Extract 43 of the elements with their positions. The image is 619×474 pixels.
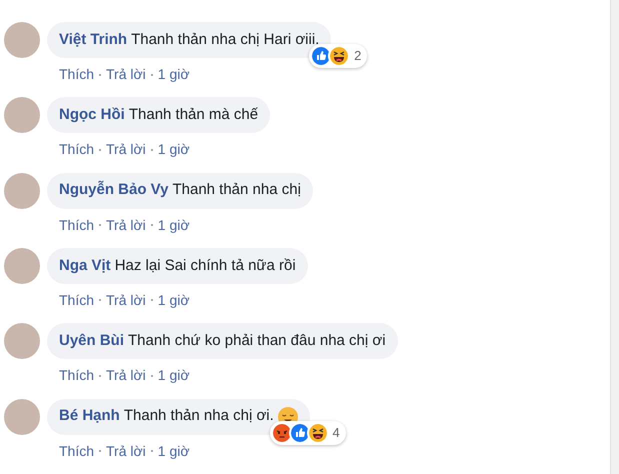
reaction-count: 2 xyxy=(354,47,362,66)
avatar[interactable] xyxy=(4,172,40,209)
comment-action-link[interactable]: Trả lời xyxy=(106,290,146,311)
comment-action-link[interactable]: Trả lời xyxy=(106,365,146,386)
reaction-count: 4 xyxy=(332,424,340,442)
comment-action-link[interactable]: Trả lời xyxy=(106,139,146,160)
avatar[interactable] xyxy=(4,248,40,284)
scrollbar-track[interactable] xyxy=(610,0,619,474)
laughing-face-icon xyxy=(328,45,350,67)
author-name[interactable]: Nguyễn Bảo Vy xyxy=(59,179,168,202)
comment-time[interactable]: 1 giờ xyxy=(158,365,190,386)
comment-action-link[interactable]: Thích xyxy=(59,365,94,386)
comment-action-link[interactable]: Thích xyxy=(59,64,94,85)
avatar[interactable] xyxy=(4,398,40,435)
avatar[interactable] xyxy=(4,323,40,360)
comment-action-link[interactable]: Thích xyxy=(59,139,94,160)
thumbs-up-icon xyxy=(288,422,311,444)
comment-time[interactable]: 1 giờ xyxy=(158,214,190,236)
author-name[interactable]: Nga Vịt xyxy=(59,254,111,278)
avatar[interactable] xyxy=(4,97,40,134)
comment-time[interactable]: 1 giờ xyxy=(158,64,190,85)
laughing-face-icon xyxy=(306,422,329,444)
avatar[interactable] xyxy=(4,22,40,58)
comment-time[interactable]: 1 giờ xyxy=(158,139,190,160)
comment-time[interactable]: 1 giờ xyxy=(158,440,190,462)
reaction-summary[interactable]: 2 xyxy=(309,44,368,68)
author-name[interactable]: Bé Hạnh xyxy=(59,405,120,428)
comment-action-link[interactable]: Trả lời xyxy=(106,440,146,462)
comment-action-link[interactable]: Thích xyxy=(59,290,94,311)
comment-time[interactable]: 1 giờ xyxy=(158,290,190,311)
comment-text: Thanh chứ ko phải than đâu nha chị ơi xyxy=(128,331,386,352)
comment-text: Thanh thản nha chị xyxy=(172,180,301,200)
comment-action-link[interactable]: Trả lời xyxy=(106,214,146,236)
angry-face-icon xyxy=(270,422,293,444)
comment-action-link[interactable]: Thích xyxy=(59,440,94,462)
comment-action-link[interactable]: Thích xyxy=(59,214,94,236)
author-name[interactable]: Việt Trinh xyxy=(59,28,128,52)
comment-action-link[interactable]: Trả lời xyxy=(106,64,146,85)
author-name[interactable]: Uyên Bùi xyxy=(59,330,124,353)
reaction-summary[interactable]: 4 xyxy=(270,420,346,445)
author-name[interactable]: Ngọc Hồi xyxy=(59,104,125,127)
comment-text: Thanh thản mà chế xyxy=(128,105,258,126)
comment-text: Haz lại Sai chính tả nữa rồi xyxy=(114,256,296,276)
